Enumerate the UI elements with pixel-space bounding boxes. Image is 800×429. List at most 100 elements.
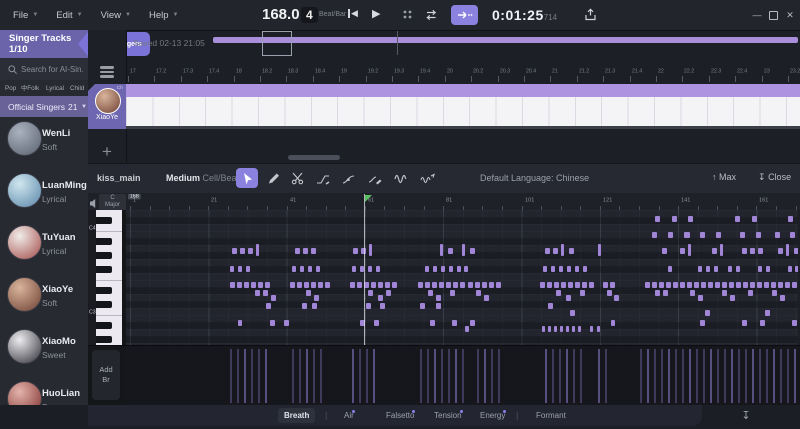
midi-note[interactable] [352, 266, 356, 272]
midi-note[interactable] [308, 266, 312, 272]
midi-note[interactable] [652, 232, 657, 238]
midi-note[interactable] [570, 310, 575, 316]
midi-note[interactable] [569, 248, 574, 254]
breath-event[interactable] [498, 349, 500, 403]
midi-note[interactable] [772, 290, 777, 296]
breath-event[interactable] [448, 349, 450, 403]
midi-note[interactable] [736, 266, 740, 272]
breath-event[interactable] [420, 349, 422, 403]
midi-note[interactable] [652, 282, 657, 288]
midi-note[interactable] [680, 248, 685, 254]
breath-event[interactable] [455, 349, 457, 403]
maximize-button[interactable] [766, 8, 780, 22]
pencil-tool-button[interactable] [262, 168, 284, 188]
export-button[interactable] [583, 8, 598, 22]
midi-note[interactable] [672, 216, 677, 222]
overview-viewport-box[interactable] [262, 31, 292, 56]
midi-note[interactable] [385, 282, 390, 288]
tab-falsetto[interactable]: Falsetto [380, 408, 420, 423]
breath-event[interactable] [230, 349, 232, 403]
midi-note[interactable] [655, 290, 660, 296]
breath-event[interactable] [640, 349, 642, 403]
midi-note[interactable] [668, 266, 672, 272]
breath-event[interactable] [566, 349, 568, 403]
search-input[interactable] [21, 65, 83, 74]
breath-event[interactable] [545, 349, 547, 403]
breath-event[interactable] [441, 349, 443, 403]
midi-note[interactable] [325, 282, 330, 288]
midi-note[interactable] [292, 266, 296, 272]
midi-note[interactable] [714, 266, 718, 272]
breath-event[interactable] [244, 349, 246, 403]
midi-note[interactable] [560, 326, 563, 332]
midi-note[interactable] [559, 266, 563, 272]
midi-note[interactable] [265, 282, 270, 288]
breath-event[interactable] [703, 349, 705, 403]
breath-event[interactable] [696, 349, 698, 403]
midi-note[interactable] [598, 244, 601, 256]
breath-event[interactable] [320, 349, 322, 403]
tab-breath[interactable]: Breath [278, 408, 315, 423]
minimize-button[interactable]: — [750, 8, 764, 22]
breath-event[interactable] [573, 349, 575, 403]
breath-event[interactable] [794, 349, 796, 403]
midi-note[interactable] [690, 290, 695, 296]
midi-note[interactable] [603, 282, 608, 288]
midi-note[interactable] [357, 282, 362, 288]
midi-note[interactable] [482, 282, 487, 288]
track-singer-avatar[interactable] [95, 88, 121, 114]
midi-note[interactable] [251, 282, 256, 288]
breath-event[interactable] [647, 349, 649, 403]
play-button[interactable]: ▶ [372, 7, 380, 20]
midi-note[interactable] [758, 248, 763, 254]
midi-note[interactable] [553, 248, 558, 254]
midi-note[interactable] [374, 320, 379, 326]
close-window-button[interactable]: ✕ [783, 8, 797, 22]
breath-event[interactable] [654, 349, 656, 403]
midi-note[interactable] [794, 248, 798, 254]
tab-energy[interactable]: Energy [474, 408, 511, 423]
midi-note[interactable] [687, 282, 692, 288]
breath-event[interactable] [491, 349, 493, 403]
midi-note[interactable] [284, 320, 289, 326]
midi-note[interactable] [475, 282, 480, 288]
midi-note[interactable] [764, 282, 769, 288]
midi-note[interactable] [240, 248, 245, 254]
midi-note[interactable] [645, 282, 650, 288]
midi-note[interactable] [720, 244, 723, 256]
midi-note[interactable] [311, 248, 316, 254]
breath-event[interactable] [373, 349, 375, 403]
midi-note[interactable] [792, 282, 797, 288]
breath-event[interactable] [292, 349, 294, 403]
midi-note[interactable] [306, 290, 311, 296]
midi-note[interactable] [788, 266, 792, 272]
midi-note[interactable] [425, 266, 429, 272]
midi-note[interactable] [582, 282, 587, 288]
midi-note[interactable] [540, 282, 545, 288]
midi-note[interactable] [756, 232, 761, 238]
midi-note[interactable] [575, 282, 580, 288]
midi-note[interactable] [611, 320, 615, 326]
piano-keyboard[interactable] [96, 210, 122, 345]
singer-list-item[interactable]: XiaoYeSoft [0, 274, 88, 326]
breath-event[interactable] [598, 349, 600, 403]
midi-note[interactable] [778, 282, 783, 288]
filter-tag-child[interactable]: Child [70, 85, 84, 91]
midi-note[interactable] [554, 326, 557, 332]
midi-note[interactable] [578, 326, 581, 332]
menu-file[interactable]: File▼ [4, 0, 47, 30]
midi-note[interactable] [446, 282, 451, 288]
midi-note[interactable] [440, 244, 443, 256]
midi-note[interactable] [766, 266, 770, 272]
midi-note[interactable] [698, 266, 702, 272]
add-track-button[interactable]: + [94, 140, 120, 164]
breath-event[interactable] [773, 349, 775, 403]
singer-list-item[interactable]: WenLiSoft [0, 118, 88, 170]
midi-note[interactable] [230, 266, 234, 272]
midi-note[interactable] [757, 282, 762, 288]
midi-note[interactable] [694, 282, 699, 288]
black-key[interactable] [96, 301, 112, 308]
midi-note[interactable] [750, 248, 755, 254]
midi-note[interactable] [304, 282, 309, 288]
midi-note[interactable] [295, 248, 300, 254]
